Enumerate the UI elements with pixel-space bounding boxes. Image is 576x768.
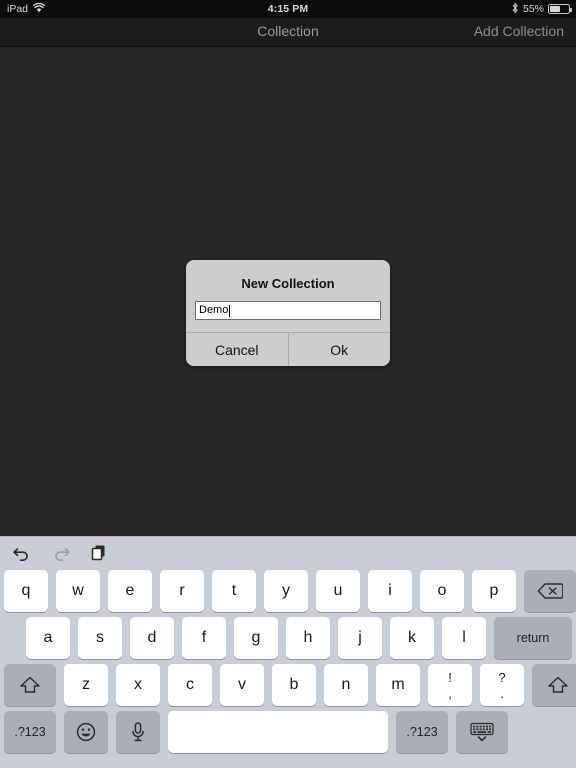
onscreen-keyboard: q w e r t y u i o p a s d f g h j k l re… bbox=[0, 536, 576, 768]
key-l[interactable]: l bbox=[442, 617, 486, 659]
key-question-period[interactable]: ? . bbox=[480, 664, 524, 706]
key-i[interactable]: i bbox=[368, 570, 412, 612]
dialog-buttons: Cancel Ok bbox=[186, 332, 390, 366]
shift-icon bbox=[20, 676, 40, 693]
dismiss-keyboard-icon bbox=[470, 722, 494, 742]
key-a[interactable]: a bbox=[26, 617, 70, 659]
microphone-key[interactable] bbox=[116, 711, 160, 753]
status-bar-right: 55% bbox=[511, 2, 572, 17]
key-exclamation-comma[interactable]: ! , bbox=[428, 664, 472, 706]
battery-icon bbox=[548, 4, 572, 14]
key-e[interactable]: e bbox=[108, 570, 152, 612]
ipad-screen: iPad 4:15 PM 55% Collection Add Collecti… bbox=[0, 0, 576, 768]
key-g[interactable]: g bbox=[234, 617, 278, 659]
text-caret bbox=[229, 304, 231, 317]
shift-key-left[interactable] bbox=[4, 664, 56, 706]
key-v[interactable]: v bbox=[220, 664, 264, 706]
microphone-icon bbox=[132, 722, 144, 742]
backspace-icon bbox=[537, 583, 563, 599]
navigation-bar: Collection Add Collection bbox=[0, 18, 576, 47]
key-question-label: ? bbox=[498, 669, 506, 685]
key-h[interactable]: h bbox=[286, 617, 330, 659]
battery-percent: 55% bbox=[522, 3, 544, 15]
keyboard-row-3: z x c v b n m ! , ? . bbox=[0, 663, 576, 707]
dialog-field-wrapper: Demo bbox=[186, 301, 390, 332]
keyboard-row-1: q w e r t y u i o p bbox=[0, 569, 576, 613]
undo-icon[interactable] bbox=[12, 545, 32, 561]
new-collection-dialog: New Collection Demo Cancel Ok bbox=[186, 260, 390, 366]
key-t[interactable]: t bbox=[212, 570, 256, 612]
keyboard-row-2: a s d f g h j k l return bbox=[0, 616, 576, 660]
key-x[interactable]: x bbox=[116, 664, 160, 706]
collection-name-input[interactable]: Demo bbox=[195, 301, 381, 320]
key-m[interactable]: m bbox=[376, 664, 420, 706]
status-bar: iPad 4:15 PM 55% bbox=[0, 0, 576, 18]
shift-key-right[interactable] bbox=[532, 664, 576, 706]
redo-icon[interactable] bbox=[51, 545, 71, 561]
key-r[interactable]: r bbox=[160, 570, 204, 612]
keyboard-toolbar bbox=[0, 537, 576, 569]
key-y[interactable]: y bbox=[264, 570, 308, 612]
ok-button[interactable]: Ok bbox=[287, 333, 390, 366]
key-k[interactable]: k bbox=[390, 617, 434, 659]
key-o[interactable]: o bbox=[420, 570, 464, 612]
shift-icon bbox=[548, 676, 568, 693]
key-comma-label: , bbox=[448, 685, 452, 701]
cancel-button[interactable]: Cancel bbox=[186, 333, 288, 366]
status-bar-time: 4:15 PM bbox=[267, 3, 309, 15]
key-d[interactable]: d bbox=[130, 617, 174, 659]
add-collection-button[interactable]: Add Collection bbox=[474, 23, 564, 39]
key-exclamation-label: ! bbox=[448, 669, 452, 685]
key-q[interactable]: q bbox=[4, 570, 48, 612]
emoji-icon bbox=[76, 722, 96, 742]
dismiss-keyboard-key[interactable] bbox=[456, 711, 508, 753]
emoji-key[interactable] bbox=[64, 711, 108, 753]
key-c[interactable]: c bbox=[168, 664, 212, 706]
collection-name-value: Demo bbox=[199, 304, 229, 316]
key-j[interactable]: j bbox=[338, 617, 382, 659]
paste-icon[interactable] bbox=[90, 544, 108, 562]
space-key[interactable] bbox=[168, 711, 388, 753]
backspace-key[interactable] bbox=[524, 570, 576, 612]
key-u[interactable]: u bbox=[316, 570, 360, 612]
key-b[interactable]: b bbox=[272, 664, 316, 706]
key-w[interactable]: w bbox=[56, 570, 100, 612]
return-key[interactable]: return bbox=[494, 617, 572, 659]
key-z[interactable]: z bbox=[64, 664, 108, 706]
key-n[interactable]: n bbox=[324, 664, 368, 706]
key-period-label: . bbox=[500, 685, 504, 701]
key-s[interactable]: s bbox=[78, 617, 122, 659]
content-area: New Collection Demo Cancel Ok bbox=[0, 48, 576, 536]
bluetooth-icon bbox=[511, 2, 519, 17]
numeric-key-right[interactable]: .?123 bbox=[396, 711, 448, 753]
numeric-key-left[interactable]: .?123 bbox=[4, 711, 56, 753]
keyboard-row-4: .?123 .?123 bbox=[0, 710, 576, 754]
key-f[interactable]: f bbox=[182, 617, 226, 659]
dialog-title: New Collection bbox=[241, 276, 335, 291]
key-p[interactable]: p bbox=[472, 570, 516, 612]
